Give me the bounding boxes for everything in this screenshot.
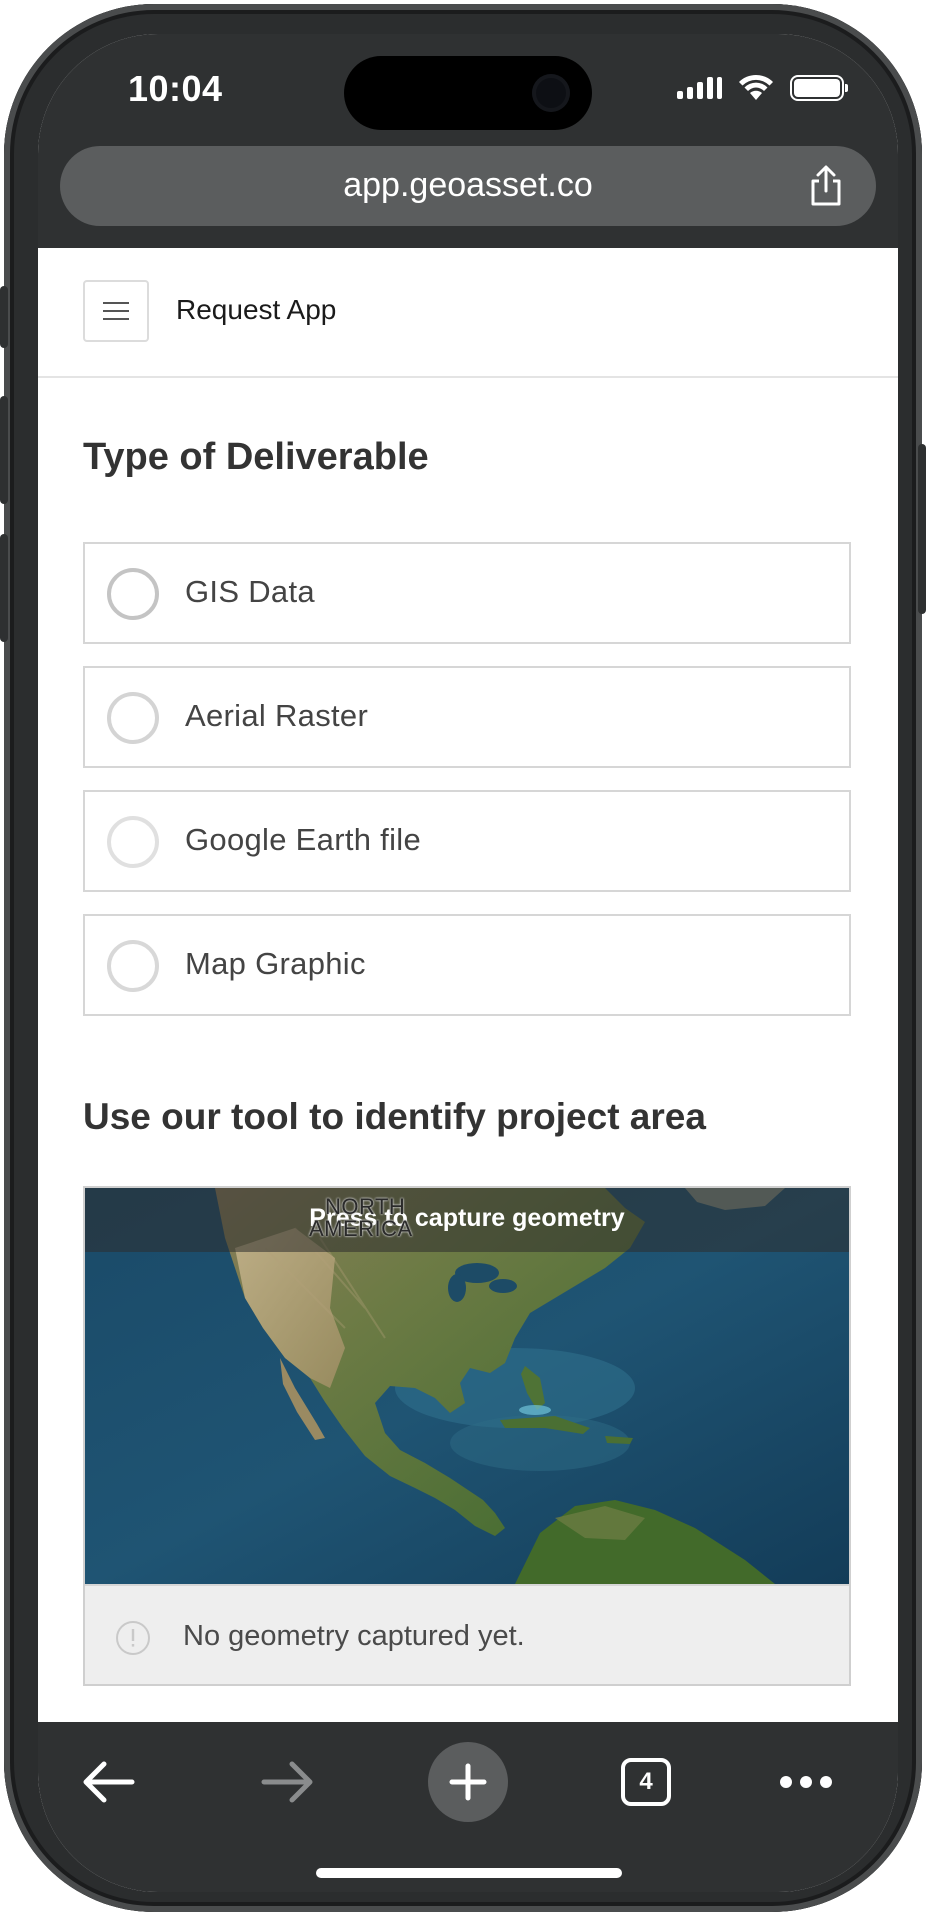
more-button[interactable]: [766, 1742, 846, 1822]
project-area-title: Use our tool to identify project area: [83, 1096, 706, 1137]
share-icon[interactable]: [804, 164, 848, 208]
camera-icon: [532, 74, 570, 112]
browser-toolbar: 4: [38, 1722, 898, 1892]
radio-button[interactable]: [107, 568, 159, 620]
option-map-graphic[interactable]: Map Graphic: [83, 914, 851, 1016]
radio-button[interactable]: [107, 816, 159, 868]
info-icon: [116, 1621, 150, 1655]
new-tab-button[interactable]: [428, 1742, 508, 1822]
map-label-america: AMERICA: [309, 1216, 413, 1241]
back-button[interactable]: [68, 1742, 148, 1822]
cellular-icon: [677, 77, 722, 99]
plus-icon: [449, 1763, 487, 1801]
map-label-north: NORTH: [325, 1194, 406, 1219]
url-text[interactable]: app.geoasset.co: [60, 166, 876, 205]
arrow-left-icon: [83, 1761, 135, 1803]
menu-button[interactable]: [83, 280, 149, 342]
option-label: Aerial Raster: [185, 698, 369, 733]
action-button: [0, 286, 8, 348]
battery-icon: [790, 75, 848, 101]
tabs-button[interactable]: 4: [606, 1742, 686, 1822]
power-button: [918, 444, 926, 614]
hamburger-icon: [103, 302, 129, 320]
volume-up-button: [0, 396, 8, 504]
deliverable-title: Type of Deliverable: [83, 436, 429, 478]
app-title: Request App: [176, 294, 337, 325]
radio-button[interactable]: [107, 692, 159, 744]
option-label: Google Earth file: [185, 822, 422, 857]
dynamic-island: [344, 56, 592, 130]
phone-frame: 10:04 app.geoasset.co Request App Type o…: [0, 4, 926, 1912]
option-label: Map Graphic: [185, 946, 366, 981]
address-bar[interactable]: app.geoasset.co: [60, 146, 876, 226]
geometry-status: No geometry captured yet.: [85, 1584, 849, 1684]
option-gis-data[interactable]: GIS Data: [83, 542, 851, 644]
home-indicator: [316, 1868, 622, 1878]
option-google-earth-file[interactable]: Google Earth file: [83, 790, 851, 892]
arrow-right-icon: [261, 1761, 313, 1803]
capture-banner-text[interactable]: Press to capture geometry: [85, 1204, 849, 1233]
capture-banner[interactable]: Press to capture geometry: [85, 1188, 849, 1252]
option-aerial-raster[interactable]: Aerial Raster: [83, 666, 851, 768]
map-view[interactable]: Press to capture geometry NORTH AMERICA: [85, 1188, 849, 1584]
app-header: Request App: [38, 248, 898, 378]
status-icons: [677, 74, 848, 102]
screen: 10:04 app.geoasset.co Request App Type o…: [38, 34, 898, 1892]
geometry-capture-widget: Press to capture geometry NORTH AMERICA …: [83, 1186, 851, 1686]
forward-button[interactable]: [248, 1742, 328, 1822]
status-time: 10:04: [128, 68, 223, 109]
wifi-icon: [739, 74, 773, 100]
more-icon: [780, 1776, 832, 1788]
geometry-status-text: No geometry captured yet.: [183, 1620, 525, 1652]
radio-button[interactable]: [107, 940, 159, 992]
volume-down-button: [0, 534, 8, 642]
tabs-icon: 4: [621, 1758, 671, 1806]
browser-top-chrome: 10:04 app.geoasset.co: [38, 34, 898, 248]
option-label: GIS Data: [185, 574, 315, 609]
